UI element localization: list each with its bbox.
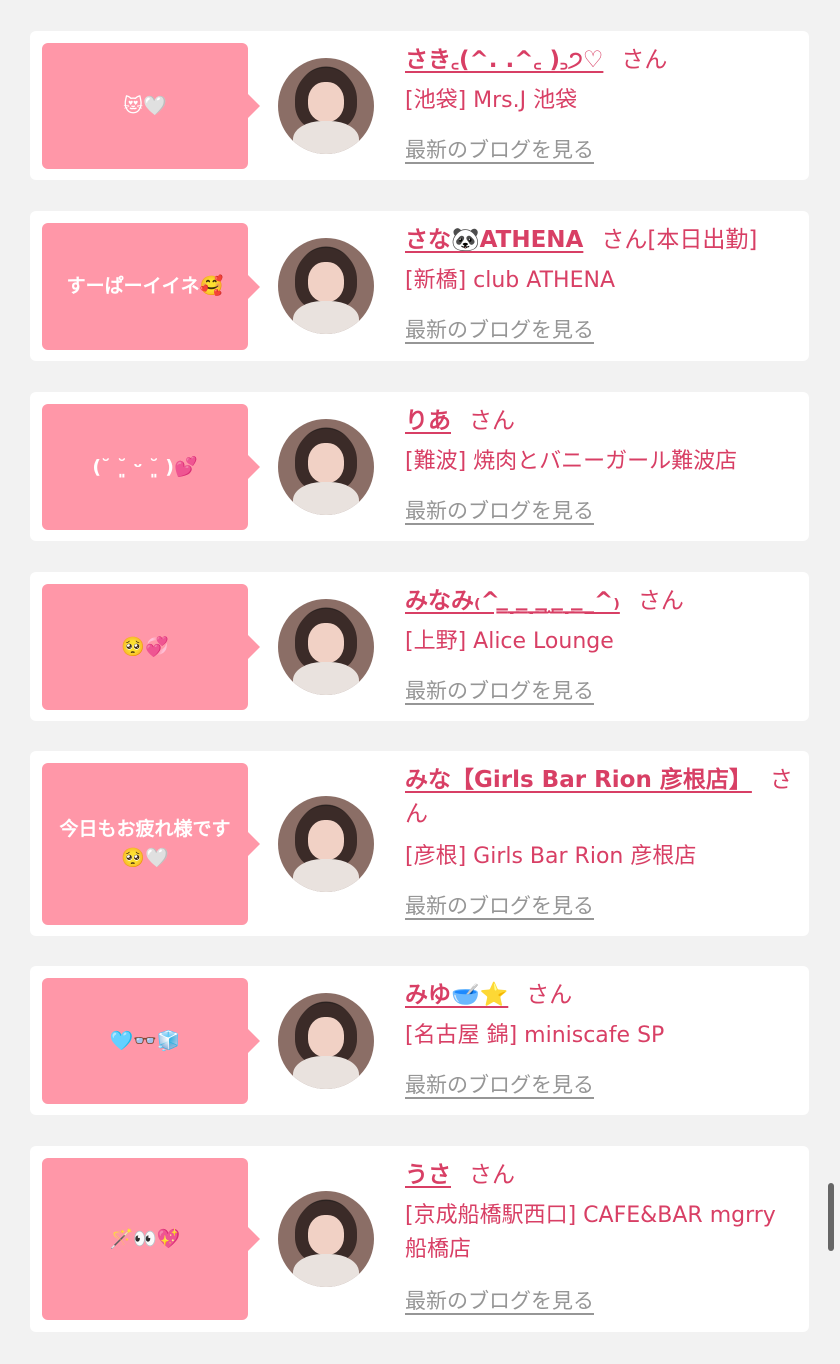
profile-name-link[interactable]: みな【Girls Bar Rion 彦根店】 bbox=[405, 767, 752, 793]
profile-name-link[interactable]: さき꜀(^. .^꜀ )꜆੭♡ bbox=[405, 47, 603, 73]
honorific: さん bbox=[621, 47, 668, 73]
shop-info: [彦根] Girls Bar Rion 彦根店 bbox=[405, 844, 697, 869]
avatar[interactable] bbox=[278, 1191, 374, 1287]
avatar-body bbox=[293, 662, 359, 695]
name-line: うさ さん bbox=[405, 1158, 800, 1192]
name-line: みなみ₍^ ̳_ ̳_ ̳ ̫ ̳_ ̳_^₎ さん bbox=[405, 584, 800, 618]
avatar[interactable] bbox=[278, 599, 374, 695]
avatar[interactable] bbox=[278, 238, 374, 334]
latest-blog-link[interactable]: 最新のブログを見る bbox=[405, 135, 594, 165]
name-line: みゆ🥣⭐ さん bbox=[405, 978, 800, 1012]
comment-bubble: (˘ ˘͈ ᵕ ˘͈ )💕 bbox=[42, 404, 260, 530]
comment-bubble: 🥺💞 bbox=[42, 584, 260, 710]
user-card: (˘ ˘͈ ᵕ ˘͈ )💕 りあ さん [難波] 焼肉とバニーガール難波店 最新の… bbox=[30, 392, 809, 541]
user-card: すーぱーイイネ🥰 さな🐼ATHENA さん[本日出勤] [新橋] club ATH… bbox=[30, 211, 809, 361]
comment-text: (˘ ˘͈ ᵕ ˘͈ )💕 bbox=[92, 455, 198, 478]
avatar-face bbox=[307, 1215, 345, 1256]
profile-name-link[interactable]: みゆ🥣⭐ bbox=[405, 982, 508, 1008]
honorific: さん bbox=[469, 408, 515, 434]
comment-text: 今日もお疲れ様です🥺🤍 bbox=[59, 818, 231, 869]
shop-info: [池袋] Mrs.J 池袋 bbox=[405, 88, 578, 113]
avatar-face bbox=[307, 1017, 345, 1058]
comment-bubble: 🪄👀💖 bbox=[42, 1158, 260, 1320]
shop-info: [京成船橋駅西口] CAFE&BAR mgrry 船橋店 bbox=[405, 1203, 776, 1262]
comment-text: 😻🤍 bbox=[123, 94, 167, 117]
avatar-face bbox=[307, 623, 345, 664]
latest-blog-link[interactable]: 最新のブログを見る bbox=[405, 315, 594, 345]
avatar-body bbox=[293, 482, 359, 515]
latest-blog-link[interactable]: 最新のブログを見る bbox=[405, 1070, 594, 1100]
honorific: さん bbox=[526, 982, 573, 1008]
name-line: みな【Girls Bar Rion 彦根店】 さん bbox=[405, 763, 800, 831]
latest-blog-link[interactable]: 最新のブログを見る bbox=[405, 1286, 594, 1316]
avatar-face bbox=[307, 820, 345, 861]
user-card: 😻🤍 さき꜀(^. .^꜀ )꜆੭♡ さん [池袋] Mrs.J 池袋 最新のブロ… bbox=[30, 31, 809, 180]
avatar[interactable] bbox=[278, 419, 374, 515]
attendance-status: [本日出勤] bbox=[647, 227, 758, 253]
name-line: さき꜀(^. .^꜀ )꜆੭♡ さん bbox=[405, 43, 800, 77]
comment-bubble: 今日もお疲れ様です🥺🤍 bbox=[42, 763, 260, 925]
name-line: さな🐼ATHENA さん[本日出勤] bbox=[405, 223, 800, 257]
user-card: 🥺💞 みなみ₍^ ̳_ ̳_ ̳ ̫ ̳_ ̳_^₎ さん [上野] Alice … bbox=[30, 572, 809, 721]
comment-text: 🩵👓🧊 bbox=[109, 1029, 181, 1052]
latest-blog-link[interactable]: 最新のブログを見る bbox=[405, 891, 594, 921]
comment-text: 🪄👀💖 bbox=[109, 1227, 181, 1250]
shop-info: [上野] Alice Lounge bbox=[405, 629, 614, 654]
avatar[interactable] bbox=[278, 58, 374, 154]
user-card: 今日もお疲れ様です🥺🤍 みな【Girls Bar Rion 彦根店】 さん [彦根… bbox=[30, 751, 809, 936]
comment-text: すーぱーイイネ🥰 bbox=[66, 275, 224, 297]
comment-bubble: 😻🤍 bbox=[42, 43, 260, 169]
profile-name-link[interactable]: さな🐼ATHENA bbox=[405, 227, 583, 253]
avatar-face bbox=[307, 443, 345, 484]
profile-name-link[interactable]: りあ bbox=[405, 408, 451, 434]
name-line: りあ さん bbox=[405, 404, 800, 438]
scrollbar[interactable] bbox=[828, 1183, 834, 1251]
comment-bubble: 🩵👓🧊 bbox=[42, 978, 260, 1104]
shop-info: [名古屋 錦] miniscafe SP bbox=[405, 1023, 665, 1048]
avatar-body bbox=[293, 859, 359, 892]
avatar-body bbox=[293, 1254, 359, 1287]
comment-text: 🥺💞 bbox=[121, 635, 169, 658]
shop-info: [難波] 焼肉とバニーガール難波店 bbox=[405, 449, 738, 474]
user-card: 🪄👀💖 うさ さん [京成船橋駅西口] CAFE&BAR mgrry 船橋店 最新… bbox=[30, 1146, 809, 1332]
comment-bubble: すーぱーイイネ🥰 bbox=[42, 223, 260, 350]
shop-info: [新橋] club ATHENA bbox=[405, 268, 615, 293]
avatar-body bbox=[293, 121, 359, 154]
honorific: さん bbox=[637, 588, 684, 614]
avatar[interactable] bbox=[278, 993, 374, 1089]
profile-name-link[interactable]: みなみ₍^ ̳_ ̳_ ̳ ̫ ̳_ ̳_^₎ bbox=[405, 588, 620, 614]
avatar[interactable] bbox=[278, 796, 374, 892]
user-card: 🩵👓🧊 みゆ🥣⭐ さん [名古屋 錦] miniscafe SP 最新のブログを見… bbox=[30, 966, 809, 1115]
avatar-face bbox=[307, 262, 345, 303]
honorific: さん bbox=[469, 1162, 515, 1188]
honorific: さん bbox=[601, 227, 648, 253]
latest-blog-link[interactable]: 最新のブログを見る bbox=[405, 676, 594, 706]
latest-blog-link[interactable]: 最新のブログを見る bbox=[405, 496, 594, 526]
profile-name-link[interactable]: うさ bbox=[405, 1162, 451, 1188]
avatar-face bbox=[307, 82, 345, 123]
avatar-body bbox=[293, 1056, 359, 1089]
avatar-body bbox=[293, 301, 359, 334]
